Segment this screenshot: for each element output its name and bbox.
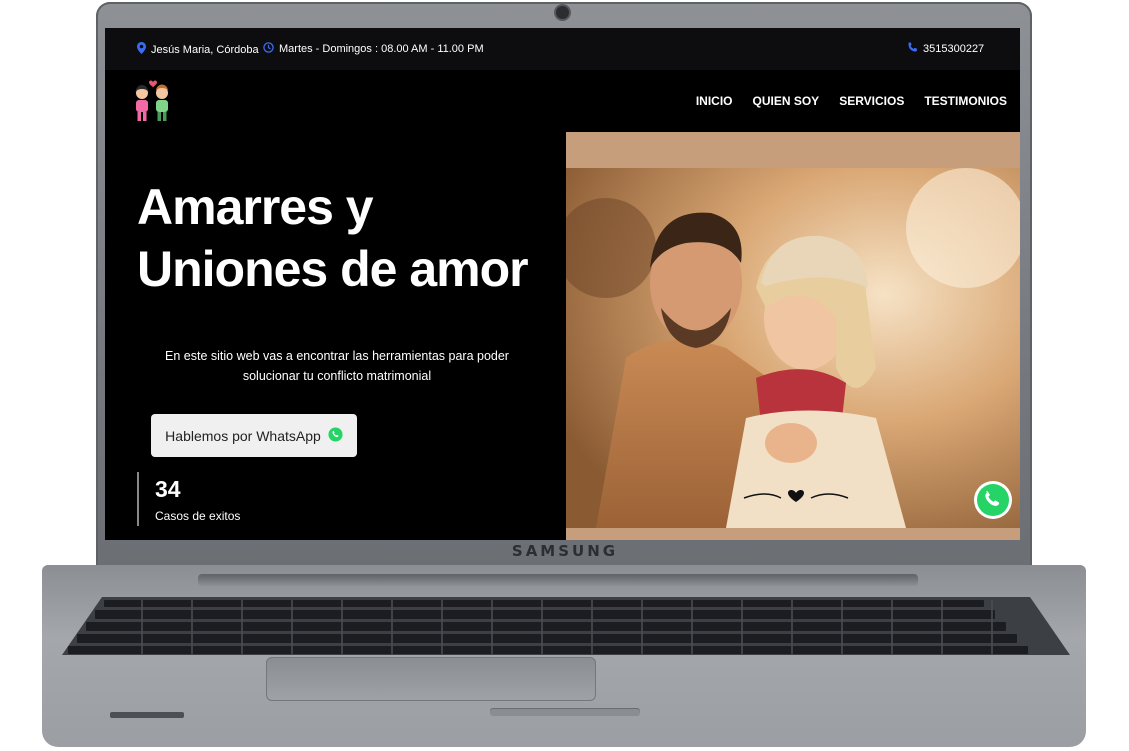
laptop-trackpad: [266, 657, 596, 701]
hero-title-line-1: Amarres y: [137, 179, 374, 235]
laptop-screen: Jesús Maria, Córdoba Martes - Domingos :…: [105, 28, 1020, 540]
hero-title-line-2: Uniones de amor: [137, 241, 529, 297]
whatsapp-floating-icon: [974, 481, 1012, 519]
laptop-brand: SAMSUNG: [511, 542, 619, 560]
whatsapp-icon: [328, 426, 343, 445]
laptop-front-notch: [490, 708, 640, 716]
main-navbar: INICIO QUIEN SOY SERVICIOS TESTIMONIOS: [105, 70, 1020, 130]
nav-item-inicio[interactable]: INICIO: [696, 94, 733, 108]
hero-photo-frame: [566, 132, 1020, 540]
laptop-card-slot: [110, 712, 184, 718]
nav-menu: INICIO QUIEN SOY SERVICIOS TESTIMONIOS: [696, 94, 1007, 108]
whatsapp-cta-button[interactable]: Hablemos por WhatsApp: [151, 414, 357, 457]
top-info-bar: Jesús Maria, Córdoba Martes - Domingos :…: [105, 28, 1020, 70]
phone-info[interactable]: 3515300227: [907, 42, 984, 56]
whatsapp-floating-button[interactable]: [973, 480, 1013, 520]
hours-info: Martes - Domingos : 08.00 AM - 11.00 PM: [263, 42, 484, 56]
map-pin-icon: [137, 42, 146, 57]
phone-icon: [907, 42, 918, 56]
hours-text: Martes - Domingos : 08.00 AM - 11.00 PM: [279, 43, 484, 55]
success-count: 34: [155, 476, 181, 502]
couple-logo[interactable]: [131, 76, 175, 124]
webcam-icon: [556, 6, 569, 19]
clock-icon: [263, 42, 274, 56]
hero-description: En este sitio web vas a encontrar las he…: [165, 349, 509, 383]
location-text: Jesús Maria, Córdoba: [151, 43, 259, 56]
nav-item-testimonios[interactable]: TESTIMONIOS: [924, 94, 1007, 108]
couple-photo: [566, 168, 1020, 528]
location-info: Jesús Maria, Córdoba: [137, 42, 259, 57]
whatsapp-cta-label: Hablemos por WhatsApp: [165, 427, 321, 444]
nav-item-quien-soy[interactable]: QUIEN SOY: [753, 94, 820, 108]
success-stat: 34 Casos de exitos: [137, 472, 240, 526]
laptop-hinge: [198, 574, 918, 586]
hero-title: Amarres y Uniones de amor: [137, 176, 529, 300]
laptop-keyboard: [62, 597, 1070, 655]
phone-text: 3515300227: [923, 43, 985, 55]
laptop-base: [42, 565, 1086, 747]
nav-item-servicios[interactable]: SERVICIOS: [839, 94, 904, 108]
success-label: Casos de exitos: [155, 509, 241, 523]
